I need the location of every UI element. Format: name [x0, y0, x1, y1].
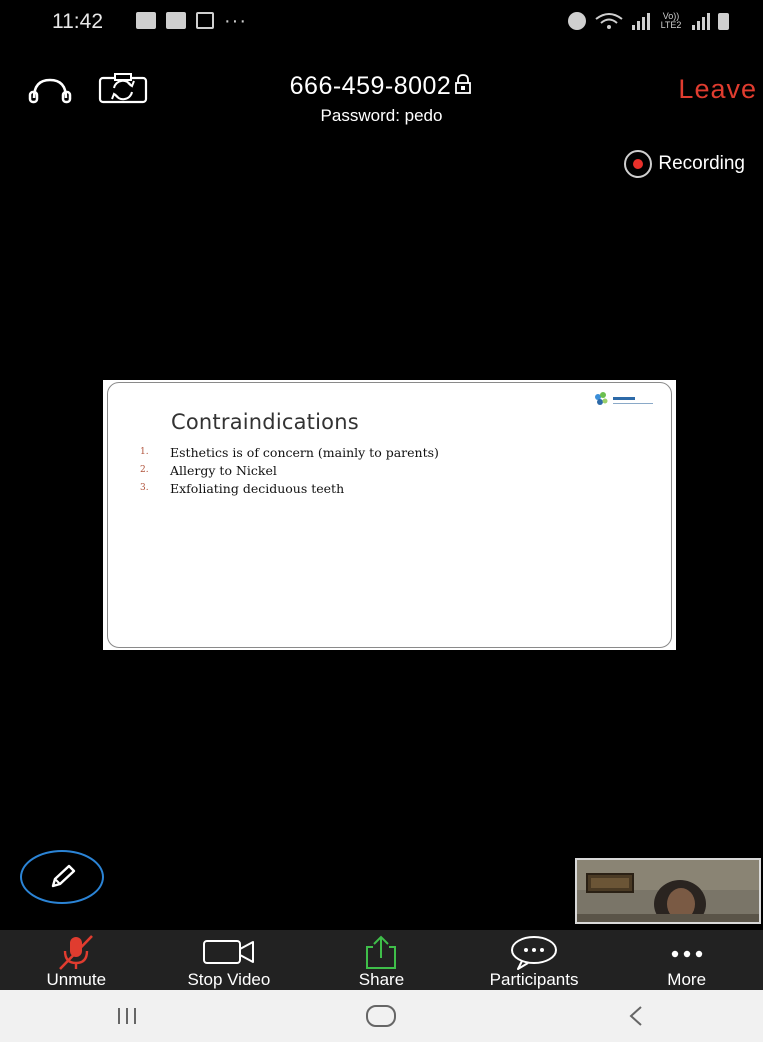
self-video-thumbnail[interactable] [575, 858, 761, 924]
notification-icons: ··· [136, 9, 247, 32]
system-navigation-bar [0, 990, 763, 1042]
slide-bullet-list: 1. Esthetics is of concern (mainly to par… [140, 445, 439, 499]
pencil-icon [51, 864, 76, 888]
share-upload-icon [366, 935, 397, 969]
back-icon [629, 1006, 642, 1026]
more-label: More [667, 970, 707, 989]
battery-icon [718, 13, 729, 30]
list-item: 2. Allergy to Nickel [140, 463, 277, 478]
signal-1-icon [632, 13, 650, 30]
signal-2-icon [692, 13, 710, 30]
wifi-icon [595, 13, 623, 29]
ellipsis-icon [671, 950, 702, 958]
share-label: Share [358, 970, 405, 989]
system-icons: Vo)) LTE2 [568, 12, 729, 30]
meeting-id: 666-459-8002 [289, 72, 452, 100]
unmute-button[interactable]: Unmute [0, 930, 153, 990]
slide-frame: Contraindications 1. Esthetics is of conc… [107, 382, 672, 648]
stop-video-label: Stop Video [187, 970, 271, 989]
chat-bubble-icon [511, 936, 558, 970]
more-button[interactable]: More [610, 930, 763, 990]
stop-video-button[interactable]: Stop Video [153, 930, 306, 990]
leave-button[interactable]: Leave [678, 74, 757, 105]
list-item: 1. Esthetics is of concern (mainly to par… [140, 445, 439, 460]
home-icon [366, 1005, 397, 1027]
alarm-icon [568, 12, 586, 30]
status-time: 11:42 [52, 10, 103, 33]
meeting-id-row[interactable]: 666-459-8002 [0, 72, 763, 102]
microphone-off-icon [59, 935, 94, 970]
lock-icon [453, 73, 473, 102]
unmute-label: Unmute [46, 970, 107, 989]
participants-button[interactable]: Participants [458, 930, 611, 990]
slide-logo-icon [595, 392, 653, 405]
recents-button[interactable] [87, 996, 167, 1036]
list-item: 3. Exfoliating deciduous teeth [140, 481, 345, 496]
annotate-button[interactable] [20, 850, 104, 904]
back-button[interactable] [596, 996, 676, 1036]
video-camera-icon [202, 940, 254, 964]
status-bar: 11:42 ··· Vo)) LTE2 [0, 0, 763, 50]
recents-icon [118, 1008, 137, 1024]
more-notifications-icon: ··· [224, 9, 247, 32]
mail-notification-icon [166, 12, 186, 29]
shared-slide: Contraindications 1. Esthetics is of conc… [103, 380, 676, 650]
recording-label: Recording [658, 153, 745, 174]
self-video-feed [577, 860, 759, 922]
meeting-toolbar: Unmute Stop Video Share Participants Mor… [0, 930, 763, 990]
recording-indicator[interactable]: Recording [624, 150, 745, 178]
home-button[interactable] [341, 996, 421, 1036]
participants-label: Participants [489, 970, 579, 989]
share-button[interactable]: Share [305, 930, 458, 990]
meeting-password: Password: pedo [320, 106, 443, 125]
volte-label: Vo)) LTE2 [660, 11, 682, 30]
recording-dot-icon [624, 150, 653, 178]
calculator-notification-icon [196, 12, 214, 29]
gallery-notification-icon [136, 12, 156, 29]
slide-title: Contraindications [171, 410, 359, 434]
